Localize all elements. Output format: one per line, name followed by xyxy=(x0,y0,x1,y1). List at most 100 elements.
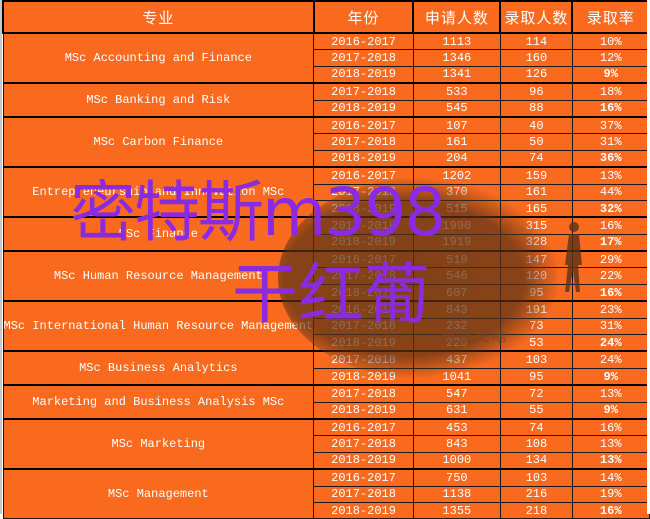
major-cell[interactable]: MSc Accounting and Finance xyxy=(2,31,315,84)
admitted-cell[interactable]: 191 xyxy=(499,300,573,319)
rate-cell[interactable]: 36% xyxy=(571,149,650,168)
rate-cell[interactable]: 18% xyxy=(571,82,650,101)
major-cell[interactable]: MSc Marketing xyxy=(2,417,315,470)
header-applicants[interactable]: 申请人数 xyxy=(412,0,502,34)
rate-cell[interactable]: 9% xyxy=(571,401,650,420)
applicants-cell[interactable]: 631 xyxy=(412,401,501,420)
major-cell[interactable]: Entrepreneurship and Innovation MSc xyxy=(2,166,315,218)
admitted-cell[interactable]: 103 xyxy=(499,468,573,487)
rate-cell[interactable]: 14% xyxy=(571,468,650,487)
applicants-cell[interactable]: 204 xyxy=(412,149,501,168)
year-cell[interactable]: 2018-2019 xyxy=(313,501,414,519)
applicants-cell[interactable]: 1990 xyxy=(412,216,501,235)
major-cell[interactable]: MSc Carbon Finance xyxy=(2,115,315,168)
year-cell[interactable]: 2018-2019 xyxy=(313,65,414,84)
header-major[interactable]: 专业 xyxy=(2,0,315,34)
major-cell[interactable]: MSc Management xyxy=(2,468,315,519)
year-cell[interactable]: 2016-2017 xyxy=(313,166,414,185)
admitted-cell[interactable]: 73 xyxy=(499,317,573,336)
year-cell[interactable]: 2016-2017 xyxy=(313,115,414,135)
admitted-cell[interactable]: 95 xyxy=(499,367,573,386)
applicants-cell[interactable]: 453 xyxy=(412,417,501,437)
year-cell[interactable]: 2017-2018 xyxy=(313,49,414,67)
rate-cell[interactable]: 16% xyxy=(571,283,650,302)
admitted-cell[interactable]: 50 xyxy=(499,133,573,151)
applicants-cell[interactable]: 1041 xyxy=(412,367,501,386)
admitted-cell[interactable]: 160 xyxy=(499,49,573,67)
rate-cell[interactable]: 13% xyxy=(571,166,650,185)
admitted-cell[interactable]: 88 xyxy=(499,99,573,118)
year-cell[interactable]: 2016-2017 xyxy=(313,250,414,269)
rate-cell[interactable]: 29% xyxy=(571,250,650,269)
admitted-cell[interactable]: 126 xyxy=(499,65,573,84)
admitted-cell[interactable]: 161 xyxy=(499,183,573,201)
year-cell[interactable]: 2018-2019 xyxy=(313,99,414,118)
applicants-cell[interactable]: 1202 xyxy=(412,166,501,185)
admitted-cell[interactable]: 328 xyxy=(499,233,573,252)
admitted-cell[interactable]: 134 xyxy=(499,451,573,470)
applicants-cell[interactable]: 607 xyxy=(412,283,501,302)
admitted-cell[interactable]: 218 xyxy=(499,501,573,519)
rate-cell[interactable]: 31% xyxy=(571,317,650,336)
rate-cell[interactable]: 12% xyxy=(571,49,650,67)
major-cell[interactable]: MSc Human Resource Management xyxy=(2,250,315,302)
admitted-cell[interactable]: 103 xyxy=(499,350,573,369)
admitted-cell[interactable]: 40 xyxy=(499,115,573,135)
applicants-cell[interactable]: 515 xyxy=(412,199,501,218)
year-cell[interactable]: 2017-2018 xyxy=(313,82,414,101)
rate-cell[interactable]: 24% xyxy=(571,350,650,369)
rate-cell[interactable]: 9% xyxy=(571,367,650,386)
rate-cell[interactable]: 16% xyxy=(571,417,650,437)
applicants-cell[interactable]: 370 xyxy=(412,183,501,201)
rate-cell[interactable]: 32% xyxy=(571,199,650,218)
applicants-cell[interactable]: 1138 xyxy=(412,485,501,503)
rate-cell[interactable]: 16% xyxy=(571,501,650,519)
applicants-cell[interactable]: 220 xyxy=(412,334,501,352)
year-cell[interactable]: 2016-2017 xyxy=(313,417,414,437)
applicants-cell[interactable]: 1919 xyxy=(412,233,501,252)
applicants-cell[interactable]: 1113 xyxy=(412,32,501,51)
year-cell[interactable]: 2018-2019 xyxy=(313,334,414,352)
applicants-cell[interactable]: 546 xyxy=(412,267,501,285)
applicants-cell[interactable]: 533 xyxy=(412,82,501,101)
rate-cell[interactable]: 13% xyxy=(571,384,650,403)
admitted-cell[interactable]: 96 xyxy=(499,82,573,101)
rate-cell[interactable]: 31% xyxy=(571,133,650,151)
admitted-cell[interactable]: 95 xyxy=(499,283,573,302)
year-cell[interactable]: 2017-2018 xyxy=(313,435,414,453)
year-cell[interactable]: 2018-2019 xyxy=(313,401,414,420)
applicants-cell[interactable]: 1341 xyxy=(412,65,501,84)
admitted-cell[interactable]: 165 xyxy=(499,199,573,218)
admitted-cell[interactable]: 55 xyxy=(499,401,573,420)
admitted-cell[interactable]: 72 xyxy=(499,384,573,403)
year-cell[interactable]: 2017-2018 xyxy=(313,183,414,201)
year-cell[interactable]: 2017-2018 xyxy=(313,384,414,403)
rate-cell[interactable]: 16% xyxy=(571,216,650,235)
admitted-cell[interactable]: 315 xyxy=(499,216,573,235)
year-cell[interactable]: 2017-2018 xyxy=(313,267,414,285)
year-cell[interactable]: 2017-2018 xyxy=(313,317,414,336)
applicants-cell[interactable]: 1355 xyxy=(412,501,501,519)
major-cell[interactable]: MSc Business Analytics xyxy=(2,350,315,386)
year-cell[interactable]: 2018-2019 xyxy=(313,283,414,302)
major-cell[interactable]: MSc International Human Resource Managem… xyxy=(2,300,315,352)
year-cell[interactable]: 2017-2018 xyxy=(313,485,414,503)
applicants-cell[interactable]: 161 xyxy=(412,133,501,151)
header-rate[interactable]: 录取率 xyxy=(571,0,650,34)
rate-cell[interactable]: 17% xyxy=(571,233,650,252)
rate-cell[interactable]: 13% xyxy=(571,435,650,453)
year-cell[interactable]: 2018-2019 xyxy=(313,367,414,386)
rate-cell[interactable]: 44% xyxy=(571,183,650,201)
major-cell[interactable]: MSc Banking and Risk xyxy=(2,82,315,118)
admitted-cell[interactable]: 53 xyxy=(499,334,573,352)
applicants-cell[interactable]: 545 xyxy=(412,99,501,118)
applicants-cell[interactable]: 510 xyxy=(412,250,501,269)
year-cell[interactable]: 2016-2017 xyxy=(313,300,414,319)
rate-cell[interactable]: 24% xyxy=(571,334,650,352)
header-admitted[interactable]: 录取人数 xyxy=(499,0,574,34)
rate-cell[interactable]: 16% xyxy=(571,99,650,118)
rate-cell[interactable]: 9% xyxy=(571,65,650,84)
rate-cell[interactable]: 22% xyxy=(571,267,650,285)
admitted-cell[interactable]: 114 xyxy=(499,32,573,51)
applicants-cell[interactable]: 843 xyxy=(412,435,501,453)
